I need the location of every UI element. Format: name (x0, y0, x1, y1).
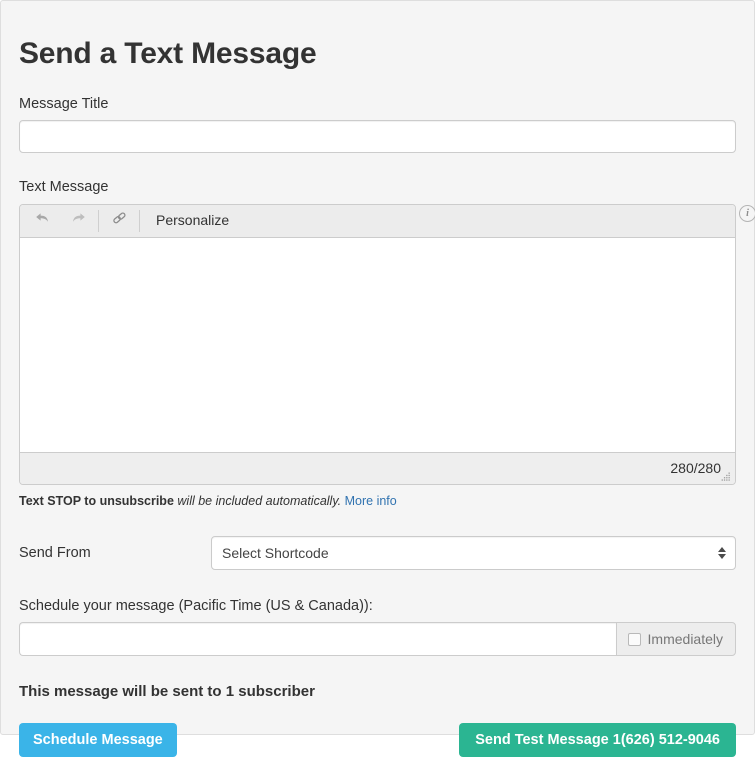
text-message-body[interactable] (20, 237, 735, 452)
character-counter: 280/280 (670, 460, 721, 477)
send-test-message-button[interactable]: Send Test Message 1(626) 512-9046 (459, 723, 736, 757)
immediately-checkbox[interactable] (627, 632, 641, 646)
personalize-button[interactable]: Personalize (142, 205, 241, 236)
text-message-editor: Personalize 280/280 (19, 203, 736, 485)
shortcode-select[interactable]: Select Shortcode (211, 536, 736, 571)
info-icon[interactable]: i (739, 204, 755, 222)
insert-link-button[interactable] (101, 205, 137, 236)
toolbar-divider-1 (98, 209, 99, 232)
schedule-label: Schedule your message (Pacific Time (US … (19, 598, 373, 615)
redo-arrow-icon (70, 210, 87, 231)
send-text-message-panel: Send a Text Message Message Title Text M… (0, 0, 755, 757)
toolbar-divider-2 (139, 209, 140, 232)
text-message-editor-wrapper: Personalize 280/280 i (19, 203, 755, 485)
undo-button[interactable] (24, 205, 60, 236)
shortcode-select-value: Select Shortcode (222, 545, 329, 562)
resize-grip-icon[interactable] (720, 470, 732, 482)
action-button-row: Schedule Message Send Test Message 1(626… (19, 723, 736, 757)
editor-status-bar: 280/280 (20, 451, 735, 484)
stop-disclaimer: Text STOP to unsubscribe will be include… (19, 493, 736, 509)
schedule-input-group: Immediately (19, 622, 736, 657)
schedule-datetime-input[interactable] (19, 622, 616, 657)
more-info-link[interactable]: More info (345, 494, 397, 508)
link-chain-icon (111, 210, 128, 231)
text-message-label: Text Message (19, 179, 109, 196)
page-title: Send a Text Message (19, 37, 317, 70)
send-from-row: Send From Select Shortcode (19, 536, 736, 571)
undo-arrow-icon (34, 210, 51, 231)
immediately-toggle[interactable]: Immediately (615, 622, 736, 657)
chevron-updown-icon (718, 547, 726, 560)
redo-button[interactable] (60, 205, 96, 236)
stop-disclaimer-bold: Text STOP to unsubscribe (19, 493, 174, 508)
send-from-label: Send From (19, 545, 91, 562)
message-title-label: Message Title (19, 96, 109, 112)
stop-disclaimer-italic: will be included automatically. (177, 493, 342, 508)
immediately-label: Immediately (647, 631, 723, 648)
message-title-input[interactable] (19, 120, 736, 154)
schedule-message-button[interactable]: Schedule Message (19, 723, 177, 757)
editor-toolbar: Personalize (20, 204, 735, 238)
subscriber-count-note: This message will be sent to 1 subscribe… (19, 683, 315, 701)
